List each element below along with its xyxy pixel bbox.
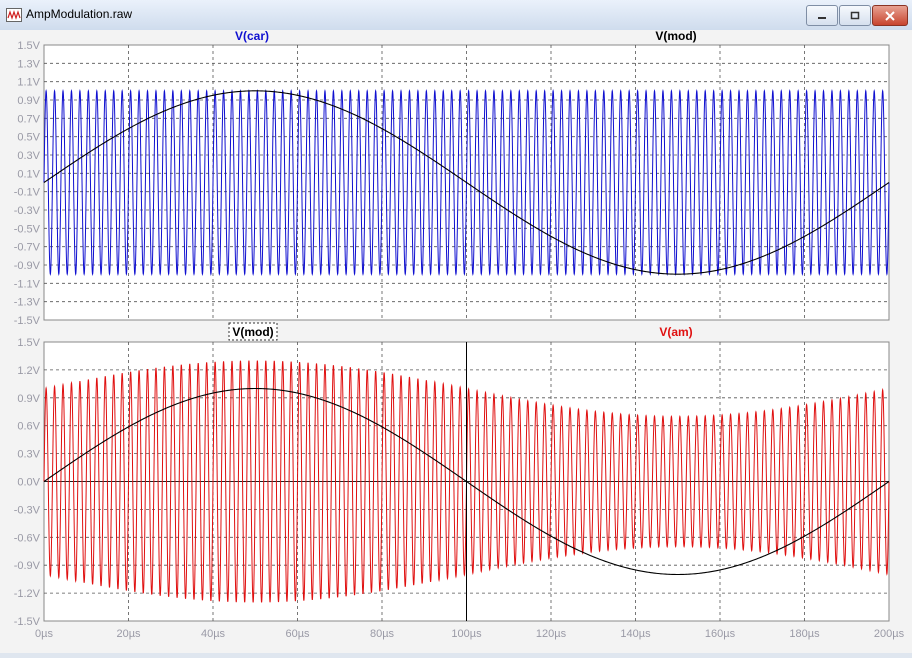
y-tick-label: 1.5V	[17, 40, 40, 52]
bottom-y-tick-labels: 1.5V 1.2V 0.9V 0.6V 0.3V 0.0V -0.3V -0.6V -0.9V -…	[14, 337, 41, 628]
x-tick-label: 120µs	[536, 628, 567, 640]
legend-car[interactable]: V(car)	[235, 29, 269, 43]
y-tick-label: -0.1V	[14, 187, 41, 199]
minimize-button[interactable]	[806, 5, 838, 26]
y-tick-label: -1.5V	[14, 616, 41, 628]
y-tick-label: 1.2V	[17, 365, 40, 377]
y-tick-label: 0.0V	[17, 477, 40, 489]
legend-mod-top[interactable]: V(mod)	[655, 29, 696, 43]
close-icon	[885, 10, 895, 21]
y-tick-label: -0.9V	[14, 260, 41, 272]
legend-mod-bottom[interactable]: V(mod)	[232, 325, 273, 339]
y-tick-label: -0.7V	[14, 242, 41, 254]
maximize-button[interactable]	[839, 5, 871, 26]
title-bar: AmpModulation.raw	[0, 0, 912, 31]
window-title: AmpModulation.raw	[26, 7, 133, 21]
minimize-icon	[818, 16, 826, 19]
y-tick-label: 0.7V	[17, 113, 40, 125]
x-tick-label: 200µs	[874, 628, 905, 640]
x-tick-label: 180µs	[789, 628, 820, 640]
y-tick-label: -0.3V	[14, 504, 41, 516]
y-tick-label: 0.1V	[17, 168, 40, 180]
maximize-icon	[850, 11, 860, 19]
y-tick-label: 0.9V	[17, 95, 40, 107]
waveform-chart[interactable]: 1.5V 1.3V 1.1V 0.9V 0.7V 0.5V 0.3V 0.1V -0.1V -0.…	[0, 29, 912, 653]
y-tick-label: 1.1V	[17, 77, 40, 89]
close-button[interactable]	[872, 5, 908, 26]
y-tick-label: 1.3V	[17, 58, 40, 70]
x-tick-labels: 0µs 20µs 40µs 60µs 80µs 100µs 120µs 140µs 160µs 1…	[35, 628, 905, 640]
plot-area: 1.5V 1.3V 1.1V 0.9V 0.7V 0.5V 0.3V 0.1V -0.1V -0.…	[0, 29, 912, 653]
y-tick-label: -1.2V	[14, 588, 41, 600]
x-tick-label: 100µs	[451, 628, 482, 640]
top-y-tick-labels: 1.5V 1.3V 1.1V 0.9V 0.7V 0.5V 0.3V 0.1V -0.1V -0.…	[14, 40, 41, 327]
x-tick-label: 40µs	[201, 628, 226, 640]
y-tick-label: 0.5V	[17, 132, 40, 144]
x-tick-label: 20µs	[116, 628, 141, 640]
y-tick-label: 0.3V	[17, 150, 40, 162]
y-tick-label: 0.9V	[17, 393, 40, 405]
y-tick-label: -0.3V	[14, 205, 41, 217]
top-pane[interactable]: 1.5V 1.3V 1.1V 0.9V 0.7V 0.5V 0.3V 0.1V -0.1V -0.…	[14, 29, 890, 327]
waveform-app-icon	[6, 8, 22, 22]
y-tick-label: -1.3V	[14, 297, 41, 309]
x-tick-label: 140µs	[620, 628, 651, 640]
legend-am[interactable]: V(am)	[659, 325, 692, 339]
bottom-pane[interactable]: 1.5V 1.2V 0.9V 0.6V 0.3V 0.0V -0.3V -0.6V -0.9V -…	[14, 322, 905, 640]
y-tick-label: -1.5V	[14, 315, 41, 327]
y-tick-label: 0.6V	[17, 421, 40, 433]
x-tick-label: 160µs	[705, 628, 736, 640]
x-tick-label: 0µs	[35, 628, 53, 640]
y-tick-label: -0.6V	[14, 532, 41, 544]
y-tick-label: 1.5V	[17, 337, 40, 349]
y-tick-label: 0.3V	[17, 449, 40, 461]
y-tick-label: -1.1V	[14, 278, 41, 290]
x-tick-label: 80µs	[370, 628, 395, 640]
y-tick-label: -0.9V	[14, 560, 41, 572]
waveform-viewer-window: AmpModulation.raw 1.5V 1.3V 1.1V 0.9V 0.7V 0.…	[0, 0, 912, 653]
x-tick-label: 60µs	[285, 628, 310, 640]
y-tick-label: -0.5V	[14, 223, 41, 235]
